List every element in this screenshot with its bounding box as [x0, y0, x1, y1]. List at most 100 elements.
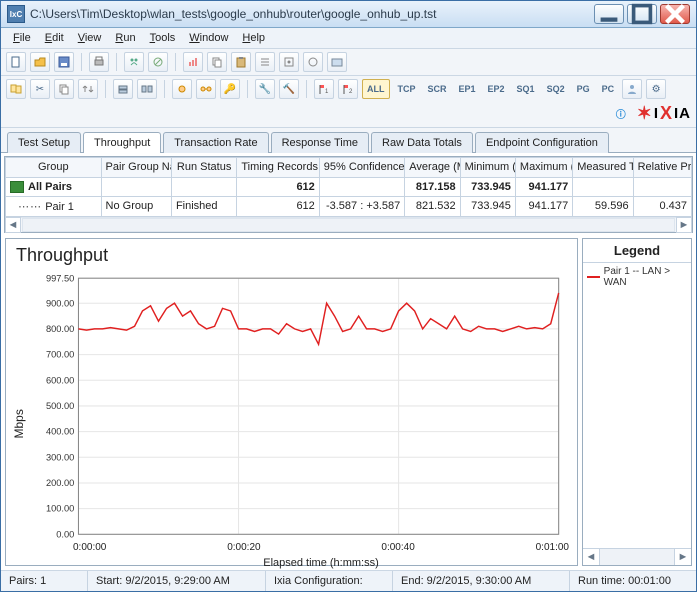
flag1-icon[interactable]: 1	[314, 79, 334, 99]
cut-icon[interactable]: ✂	[30, 79, 50, 99]
filter-sq1-button[interactable]: SQ1	[513, 80, 539, 98]
chart-title: Throughput	[6, 239, 577, 268]
link-icon[interactable]	[196, 79, 216, 99]
menu-file[interactable]: File	[7, 30, 37, 46]
cell-minimum: 733.945	[460, 196, 515, 216]
tab-endpoint-configuration[interactable]: Endpoint Configuration	[475, 132, 609, 153]
separator	[175, 53, 176, 71]
col-measured-time[interactable]: Measured Time (sec)	[573, 158, 633, 178]
x-tick: 0:01:00	[536, 542, 569, 553]
filter-ep2-button[interactable]: EP2	[484, 80, 509, 98]
filter-tcp-button[interactable]: TCP	[394, 80, 420, 98]
scroll-track[interactable]	[600, 549, 674, 565]
legend-item[interactable]: Pair 1 -- LAN > WAN	[583, 263, 691, 291]
x-tick: 0:00:00	[73, 542, 106, 553]
gear-icon[interactable]: ⚙	[646, 79, 666, 99]
list-icon[interactable]	[255, 52, 275, 72]
new-file-icon[interactable]	[6, 52, 26, 72]
col-run-status[interactable]: Run Status	[171, 158, 236, 178]
menu-run[interactable]: Run	[109, 30, 141, 46]
key-icon[interactable]: 🔑	[220, 79, 240, 99]
col-timing-records[interactable]: Timing Records Completed	[237, 158, 319, 178]
col-maximum-mbps[interactable]: Maximum (Mbps)	[515, 158, 572, 178]
stop-icon[interactable]	[148, 52, 168, 72]
menu-window[interactable]: Window	[183, 30, 234, 46]
col-group[interactable]: Group	[6, 158, 102, 178]
run-icon[interactable]	[124, 52, 144, 72]
window-icon[interactable]	[327, 52, 347, 72]
filter-pg-button[interactable]: PG	[573, 80, 594, 98]
user-icon[interactable]	[622, 79, 642, 99]
tab-throughput[interactable]: Throughput	[83, 132, 161, 153]
filter-all-button[interactable]: ALL	[362, 79, 390, 99]
cell-pair-group	[101, 177, 171, 196]
results-grid: Group Pair Group Name Run Status Timing …	[4, 156, 693, 233]
table-row-pair-1[interactable]: ⋯⋯ Pair 1 No Group Finished 612 -3.587 :…	[6, 196, 692, 216]
cell-timing-records: 612	[237, 177, 319, 196]
grid-horizontal-scrollbar[interactable]: ◄ ►	[5, 217, 692, 232]
hammer-icon[interactable]: 🔨	[279, 79, 299, 99]
x-tick: 0:00:40	[381, 542, 414, 553]
server-icon[interactable]	[113, 79, 133, 99]
col-minimum-mbps[interactable]: Minimum (Mbps)	[460, 158, 515, 178]
menu-tools[interactable]: Tools	[144, 30, 182, 46]
maximize-button[interactable]	[627, 4, 657, 24]
svg-text:200.00: 200.00	[46, 478, 74, 488]
svg-text:0.00: 0.00	[56, 529, 74, 539]
toggle-icon[interactable]	[303, 52, 323, 72]
flag2-icon[interactable]: 2	[338, 79, 358, 99]
app-icon: IxC	[7, 5, 25, 23]
col-relative-precision[interactable]: Relative Precision	[633, 158, 691, 178]
separator	[306, 80, 307, 98]
cell-timing-records: 612	[237, 196, 319, 216]
svg-text:500.00: 500.00	[46, 401, 74, 411]
separator	[81, 53, 82, 71]
separator	[105, 80, 106, 98]
server-pair-icon[interactable]	[137, 79, 157, 99]
filter-pc-button[interactable]: PC	[598, 80, 619, 98]
scroll-right-icon[interactable]: ►	[676, 217, 692, 233]
clone-icon[interactable]	[6, 79, 26, 99]
col-average-mbps[interactable]: Average (Mbps)	[405, 158, 460, 178]
copy-icon[interactable]	[207, 52, 227, 72]
settings-icon[interactable]	[279, 52, 299, 72]
menu-help[interactable]: Help	[236, 30, 271, 46]
info-icon[interactable]: ⓘ	[612, 105, 630, 123]
scroll-right-icon[interactable]: ►	[674, 549, 691, 565]
tab-raw-data-totals[interactable]: Raw Data Totals	[371, 132, 473, 153]
cell-measured-time: 59.596	[573, 196, 633, 216]
print-icon[interactable]	[89, 52, 109, 72]
svg-text:2: 2	[349, 89, 353, 95]
window-title: C:\Users\Tim\Desktop\wlan_tests\google_o…	[30, 7, 594, 21]
node-icon[interactable]	[172, 79, 192, 99]
filter-ep1-button[interactable]: EP1	[455, 80, 480, 98]
open-file-icon[interactable]	[30, 52, 50, 72]
sort-icon[interactable]	[78, 79, 98, 99]
filter-sq2-button[interactable]: SQ2	[543, 80, 569, 98]
paste-icon[interactable]	[231, 52, 251, 72]
filter-scr-button[interactable]: SCR	[424, 80, 451, 98]
scroll-left-icon[interactable]: ◄	[5, 217, 21, 233]
menu-view[interactable]: View	[72, 30, 108, 46]
close-button[interactable]	[660, 4, 690, 24]
svg-text:900.00: 900.00	[46, 298, 74, 308]
scroll-left-icon[interactable]: ◄	[583, 549, 600, 565]
wrench-icon[interactable]: 🔧	[255, 79, 275, 99]
save-icon[interactable]	[54, 52, 74, 72]
col-confidence-interval[interactable]: 95% Confidence Interval	[319, 158, 404, 178]
status-end-time: End: 9/2/2015, 9:30:00 AM	[393, 571, 570, 591]
scroll-track[interactable]	[22, 218, 675, 232]
chart-plot-area[interactable]: 997.50900.00800.00700.00600.00500.00400.…	[32, 272, 569, 541]
tab-response-time[interactable]: Response Time	[271, 132, 369, 153]
col-pair-group-name[interactable]: Pair Group Name	[101, 158, 171, 178]
table-row-all-pairs[interactable]: All Pairs 612 817.158 733.945 941.177	[6, 177, 692, 196]
legend-horizontal-scrollbar[interactable]: ◄ ►	[583, 548, 691, 565]
chart-area: Throughput Mbps 997.50900.00800.00700.00…	[5, 238, 692, 566]
svg-text:600.00: 600.00	[46, 375, 74, 385]
tab-transaction-rate[interactable]: Transaction Rate	[163, 132, 268, 153]
tab-test-setup[interactable]: Test Setup	[7, 132, 81, 153]
menu-edit[interactable]: Edit	[39, 30, 70, 46]
minimize-button[interactable]	[594, 4, 624, 24]
chart-icon[interactable]	[183, 52, 203, 72]
copy2-icon[interactable]	[54, 79, 74, 99]
